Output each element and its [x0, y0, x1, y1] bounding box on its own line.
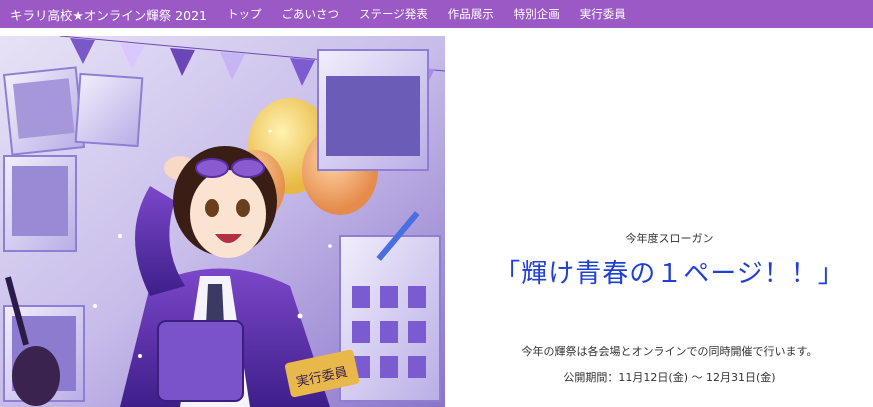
nav-item-stage[interactable]: ステージ発表 — [359, 6, 428, 22]
site-brand[interactable]: キラリ高校★オンライン輝祭 2021 — [10, 5, 207, 24]
slogan-label: 今年度スローガン — [625, 232, 714, 245]
nav-item-works[interactable]: 作品展示 — [448, 6, 494, 22]
slogan-text: 「輝け青春の１ページ！！」 — [494, 259, 845, 289]
nav-item-special[interactable]: 特別企画 — [514, 6, 560, 22]
nav-item-committee[interactable]: 実行委員 — [580, 6, 626, 22]
festival-description: 今年の輝祭は各会場とオンラインでの同時開催で行います。 — [521, 345, 818, 358]
publication-period: 公開期間：11月12日(金) 〜 12月31日(金) — [563, 371, 776, 384]
top-nav-bar: キラリ高校★オンライン輝祭 2021 トップ ごあいさつ ステージ発表 作品展示… — [0, 0, 873, 28]
hero-illustration: 実行委員 — [0, 36, 445, 407]
nav-item-top[interactable]: トップ — [227, 6, 262, 22]
nav-menu: トップ ごあいさつ ステージ発表 作品展示 特別企画 実行委員 — [227, 6, 646, 22]
nav-item-greeting[interactable]: ごあいさつ — [282, 6, 340, 22]
slogan-section: 今年度スローガン 「輝け青春の１ページ！！」 今年の輝祭は各会場とオンラインでの… — [466, 36, 873, 407]
